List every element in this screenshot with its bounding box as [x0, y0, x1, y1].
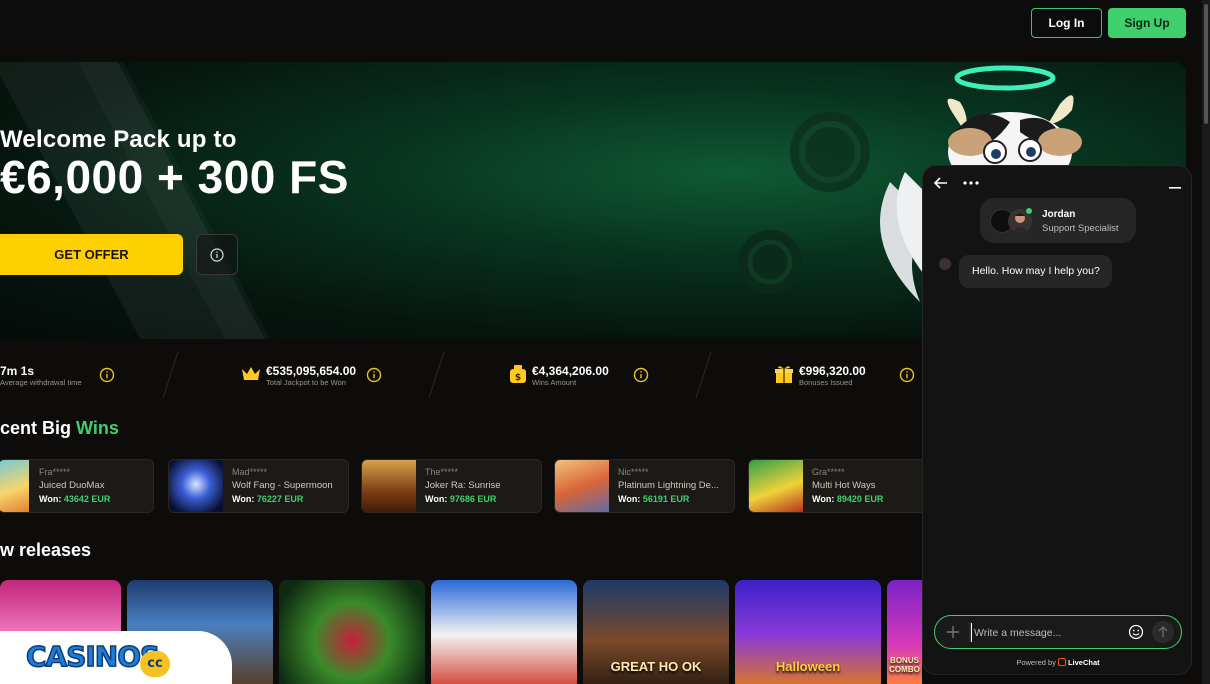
- win-user: The*****: [425, 467, 459, 477]
- win-user: Gra*****: [812, 467, 845, 477]
- login-button[interactable]: Log In: [1031, 8, 1102, 38]
- game-thumbnail: [0, 460, 29, 512]
- more-options-icon[interactable]: [961, 175, 981, 191]
- signup-button[interactable]: Sign Up: [1108, 8, 1186, 38]
- release-tile[interactable]: [279, 580, 425, 684]
- win-amount-value: 43642 EUR: [63, 494, 111, 504]
- info-icon[interactable]: [633, 367, 649, 383]
- online-status-dot: [1025, 207, 1033, 215]
- game-thumbnail: [362, 460, 416, 512]
- win-game: Wolf Fang - Supermoon: [232, 480, 333, 491]
- powered-by-prefix: Powered by: [1016, 658, 1056, 667]
- win-amount: Won: 76227 EUR: [232, 494, 303, 504]
- win-amount-value: 76227 EUR: [256, 494, 304, 504]
- stat-withdrawal-value: 7m 1s: [0, 364, 35, 378]
- stat-divider: [428, 351, 445, 399]
- release-tile[interactable]: [431, 580, 577, 684]
- stat-withdrawal-label: Average withdrawal time: [0, 378, 82, 387]
- win-card[interactable]: Nic***** Platinum Lightning De... Won: 5…: [554, 459, 735, 513]
- win-game: Joker Ra: Sunrise: [425, 480, 501, 491]
- send-button[interactable]: [1152, 621, 1174, 643]
- live-chat-widget: Jordan Support Specialist Hello. How may…: [922, 165, 1192, 675]
- game-thumbnail: [169, 460, 223, 512]
- stat-jackpot-label: Total Jackpot to be Won: [266, 378, 346, 387]
- plus-icon[interactable]: [945, 624, 961, 640]
- crown-icon: [242, 367, 260, 380]
- win-card[interactable]: The***** Joker Ra: Sunrise Won: 97686 EU…: [361, 459, 542, 513]
- release-caption: BONUS COMBO: [889, 656, 920, 674]
- gift-icon: [775, 366, 793, 383]
- info-icon[interactable]: [899, 367, 915, 383]
- win-amount-label: Won:: [812, 494, 835, 504]
- back-arrow-icon[interactable]: [933, 175, 949, 191]
- release-tile[interactable]: BONUS COMBO: [887, 580, 922, 684]
- svg-text:$: $: [515, 373, 521, 383]
- stat-bonuses-value: €996,320.00: [799, 364, 866, 378]
- win-amount-label: Won:: [39, 494, 62, 504]
- minimize-icon[interactable]: [1167, 177, 1183, 191]
- win-amount-label: Won:: [232, 494, 255, 504]
- win-user: Fra*****: [39, 467, 71, 477]
- chat-message: Hello. How may I help you?: [959, 255, 1112, 288]
- recent-wins-title: cent Big Wins: [0, 418, 119, 439]
- release-caption: Halloween: [775, 659, 841, 674]
- win-amount: Won: 43642 EUR: [39, 494, 110, 504]
- stat-divider: [162, 351, 179, 399]
- casino-page: Log In Sign Up Welcome Pack up to €6,000…: [0, 0, 1210, 684]
- page-scrollbar-thumb[interactable]: [1204, 4, 1208, 124]
- release-caption: GREAT HO OK: [610, 659, 702, 674]
- top-bar: Log In Sign Up: [0, 0, 1202, 46]
- poker-chip-decoration: [738, 230, 802, 294]
- stats-band: 7m 1s Average withdrawal time €535,095,6…: [0, 345, 922, 405]
- recent-wins-title-accent: Wins: [76, 418, 119, 438]
- game-thumbnail: [749, 460, 803, 512]
- hero-amount: €6,000 + 300 FS: [0, 151, 349, 203]
- win-game: Juiced DuoMax: [39, 480, 105, 491]
- win-amount-label: Won:: [618, 494, 641, 504]
- stat-divider: [695, 351, 712, 399]
- stat-wins-label: Wins Amount: [532, 378, 577, 387]
- send-arrow-icon: [1158, 625, 1168, 637]
- win-amount: Won: 97686 EUR: [425, 494, 496, 504]
- emoji-icon[interactable]: [1128, 624, 1144, 640]
- offer-info-button[interactable]: [196, 234, 238, 275]
- agent-info: Jordan Support Specialist: [980, 198, 1136, 243]
- win-amount: Won: 56191 EUR: [618, 494, 689, 504]
- stat-bonuses-label: Bonuses Issued: [799, 378, 853, 387]
- game-thumbnail: [555, 460, 609, 512]
- win-amount-value: 97686 EUR: [449, 494, 497, 504]
- win-amount: Won: 89420 EUR: [812, 494, 883, 504]
- win-amount-value: 56191 EUR: [642, 494, 690, 504]
- powered-by-brand: LiveChat: [1067, 658, 1100, 667]
- release-tile[interactable]: Halloween: [735, 580, 881, 684]
- info-icon: [210, 248, 224, 262]
- stat-wins-value: €4,364,206.00: [532, 364, 609, 378]
- powered-by[interactable]: Powered by LiveChat: [923, 658, 1191, 667]
- stat-jackpot-value: €535,095,654.00: [266, 364, 357, 378]
- info-icon[interactable]: [366, 367, 382, 383]
- casinos-logo-suffix: cc: [140, 651, 170, 677]
- win-card[interactable]: Fra***** Juiced DuoMax Won: 43642 EUR: [0, 459, 154, 513]
- recent-wins-title-text: cent Big: [0, 418, 72, 438]
- win-game: Platinum Lightning De...: [618, 480, 719, 491]
- win-card[interactable]: Mad***** Wolf Fang - Supermoon Won: 7622…: [168, 459, 349, 513]
- win-amount-value: 89420 EUR: [836, 494, 884, 504]
- new-releases-title: w releases: [0, 540, 92, 560]
- message-avatar: [939, 258, 951, 270]
- win-user: Nic*****: [618, 467, 649, 477]
- agent-role: Support Specialist: [1042, 223, 1119, 234]
- win-game: Multi Hot Ways: [812, 480, 876, 491]
- agent-name: Jordan: [1042, 209, 1076, 220]
- livechat-logo-icon: [1057, 658, 1066, 666]
- chat-composer: [934, 615, 1182, 649]
- get-offer-button[interactable]: GET OFFER: [0, 234, 183, 275]
- win-user: Mad*****: [232, 467, 268, 477]
- win-card[interactable]: Gra***** Multi Hot Ways Won: 89420 EUR: [748, 459, 922, 513]
- release-tile[interactable]: GREAT HO OK: [583, 580, 729, 684]
- info-icon[interactable]: [99, 367, 115, 383]
- casinos-logo[interactable]: CASINOS: [25, 639, 161, 674]
- win-amount-label: Won:: [425, 494, 448, 504]
- money-bag-icon: $: [510, 365, 526, 383]
- message-input[interactable]: [971, 623, 1121, 642]
